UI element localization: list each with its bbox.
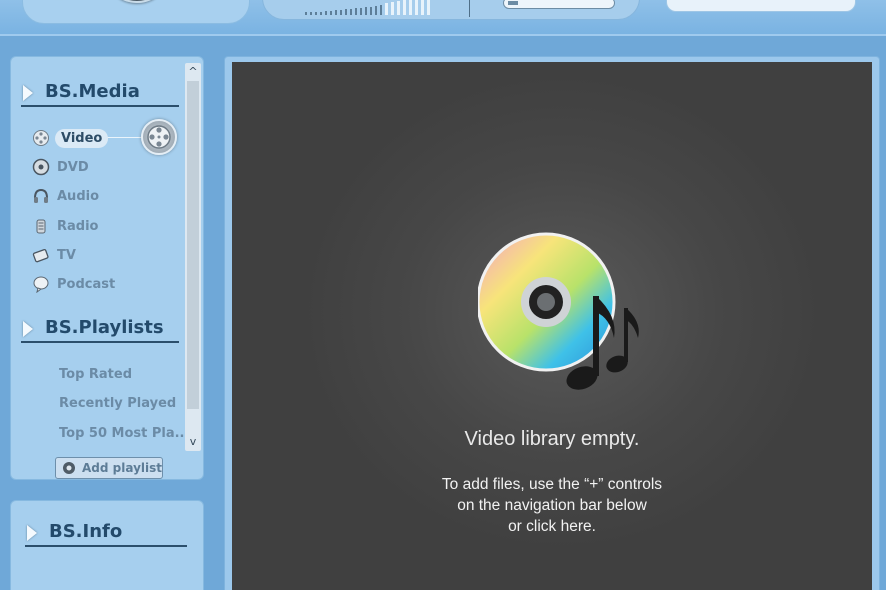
dvd-icon — [31, 157, 51, 177]
sidebar-item-audio[interactable]: Audio — [31, 185, 99, 207]
music-disc-icon — [476, 226, 648, 396]
scroll-down-button[interactable]: v — [187, 435, 199, 449]
info-section-header[interactable]: BS.Info — [25, 519, 187, 547]
info-section-title: BS.Info — [49, 521, 123, 542]
sidebar-scrollbar[interactable]: ^ v — [185, 63, 201, 451]
sidebar-item-label: TV — [57, 247, 76, 263]
expand-arrow-icon — [23, 85, 33, 101]
add-circle-icon — [60, 461, 78, 475]
playlist-top-rated[interactable]: Top Rated — [59, 367, 132, 382]
mixer-divider — [469, 0, 470, 17]
sidebar-item-podcast[interactable]: Podcast — [31, 273, 115, 295]
sidebar-item-radio[interactable]: Radio — [31, 215, 98, 237]
top-right-box[interactable] — [666, 0, 856, 12]
playlist-top-50[interactable]: Top 50 Most Pla... — [59, 426, 189, 441]
volume-level-meter[interactable] — [305, 0, 430, 15]
radio-icon — [31, 216, 51, 236]
tv-icon — [31, 245, 51, 265]
sidebar-item-dvd[interactable]: DVD — [31, 156, 89, 178]
balance-slider[interactable] — [503, 0, 615, 9]
media-section-header[interactable]: BS.Media — [21, 79, 179, 107]
add-playlist-label: Add playlist — [82, 461, 163, 475]
scroll-thumb[interactable] — [187, 81, 199, 409]
sidebar-item-label: DVD — [57, 159, 89, 175]
media-sidebar: BS.Media Video DVD Audio Radio TV Podcas… — [10, 56, 204, 480]
video-library-view[interactable]: Video library empty. To add files, use t… — [232, 62, 872, 590]
expand-arrow-icon — [27, 525, 37, 541]
sidebar-item-label: Podcast — [57, 276, 116, 292]
sidebar-item-label: Radio — [57, 218, 99, 234]
transport-controls — [22, 0, 250, 24]
library-empty-title: Video library empty. — [464, 428, 640, 450]
sidebar-item-label: Audio — [57, 188, 100, 204]
active-film-reel-icon — [141, 119, 177, 155]
play-button[interactable] — [105, 0, 169, 3]
expand-arrow-icon — [23, 321, 33, 337]
library-hint-line-2: on the navigation bar below — [457, 497, 647, 514]
info-panel: BS.Info — [10, 500, 204, 590]
playlist-recently-played[interactable]: Recently Played — [59, 396, 176, 411]
sidebar-item-video[interactable]: Video — [31, 127, 109, 149]
top-control-bar — [0, 0, 886, 36]
sidebar-item-tv[interactable]: TV — [31, 244, 76, 266]
volume-mixer — [262, 0, 640, 20]
media-section-title: BS.Media — [45, 81, 140, 102]
add-playlist-button[interactable]: Add playlist — [55, 457, 163, 479]
library-hint-click-here[interactable]: or click here. — [232, 518, 872, 536]
film-reel-icon — [31, 128, 51, 148]
playlists-section-header[interactable]: BS.Playlists — [21, 315, 179, 343]
playlists-section-title: BS.Playlists — [45, 317, 164, 338]
scroll-up-button[interactable]: ^ — [187, 65, 199, 79]
headphones-icon — [31, 186, 51, 206]
sidebar-item-label: Video — [55, 128, 109, 148]
library-hint-line-1: To add files, use the “+” controls — [441, 476, 663, 493]
podcast-bubble-icon — [31, 274, 51, 294]
